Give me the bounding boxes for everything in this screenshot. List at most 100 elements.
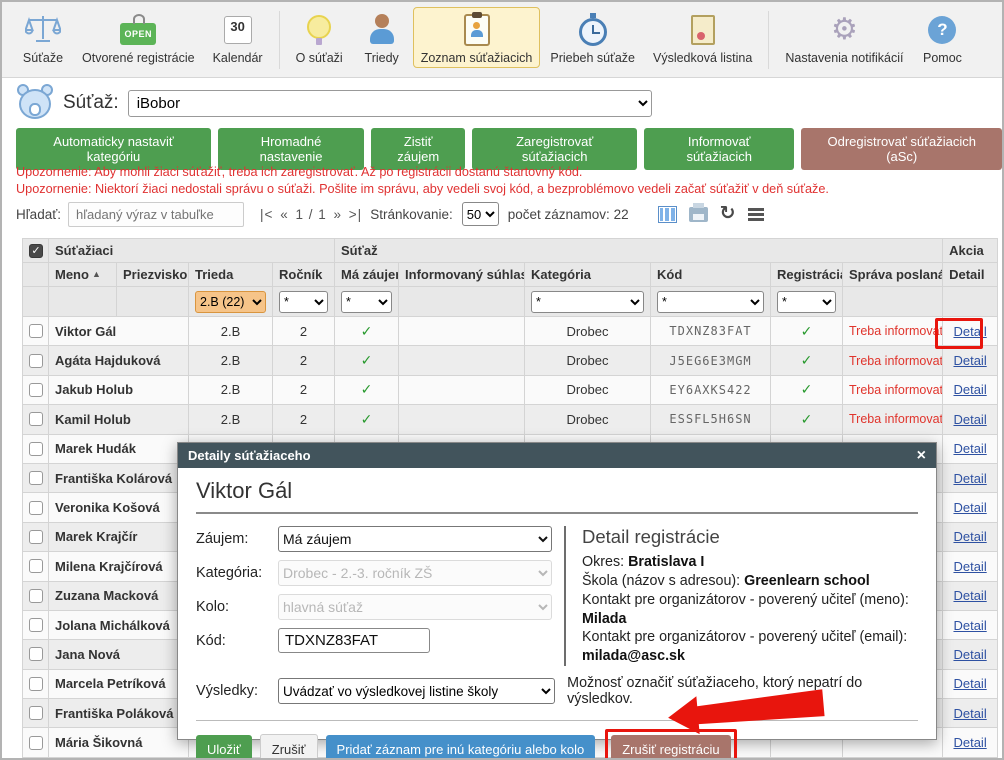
detail-link[interactable]: Detail xyxy=(953,412,986,427)
filter-select-registracia[interactable]: * xyxy=(777,291,836,313)
column-header-6[interactable]: Informovaný súhlas xyxy=(399,263,525,287)
toolbar-item-sutaze[interactable]: Súťaže xyxy=(14,7,72,68)
column-header-4[interactable]: Ročník xyxy=(273,263,335,287)
select-all-checkbox[interactable]: ✓ xyxy=(29,244,43,258)
toolbar-item-label: Súťaže xyxy=(23,51,63,65)
page-prev-button[interactable]: « xyxy=(279,207,290,222)
detail-link[interactable]: Detail xyxy=(953,735,986,750)
cell: ✓ xyxy=(771,346,843,375)
row-checkbox[interactable] xyxy=(29,559,43,573)
page-next-button[interactable]: » xyxy=(333,207,344,222)
column-header-7[interactable]: Kategória xyxy=(525,263,651,287)
filter-cell: * xyxy=(525,287,651,317)
filter-cell: * xyxy=(771,287,843,317)
row-checkbox[interactable] xyxy=(29,471,43,485)
filter-select-kod[interactable]: * xyxy=(657,291,764,313)
list-icon[interactable] xyxy=(748,208,764,221)
column-header-1[interactable]: Meno▲ xyxy=(49,263,117,287)
filter-select-ma-zaujem[interactable]: * xyxy=(341,291,392,313)
cell: 2.B xyxy=(189,346,273,375)
group-header-akcia: Akcia xyxy=(943,239,998,263)
close-icon[interactable]: × xyxy=(917,448,926,464)
column-header-2[interactable]: Priezvisko▲ xyxy=(117,263,189,287)
zaujem-select[interactable]: Má záujem xyxy=(278,526,552,552)
modal-button-2[interactable]: Zrušiť xyxy=(260,734,318,760)
row-checkbox-cell xyxy=(23,493,49,522)
page-last-button[interactable]: >| xyxy=(348,207,363,222)
refresh-icon[interactable]: ↻ xyxy=(720,206,736,222)
toolbar-item-pomoc[interactable]: ?Pomoc xyxy=(913,7,971,68)
cell: Treba informovať! xyxy=(843,317,943,346)
row-checkbox[interactable] xyxy=(29,442,43,456)
row-checkbox[interactable] xyxy=(29,412,43,426)
column-header-10[interactable]: Správa poslaná xyxy=(843,263,943,287)
detail-cell: Detail xyxy=(943,610,998,639)
row-checkbox-cell xyxy=(23,552,49,581)
detail-link[interactable]: Detail xyxy=(953,588,986,603)
toolbar-item-otvorene-registracie[interactable]: OPENOtvorené registrácie xyxy=(74,7,203,68)
detail-link[interactable]: Detail xyxy=(953,647,986,662)
filter-cell: * xyxy=(273,287,335,317)
row-checkbox[interactable] xyxy=(29,736,43,750)
row-checkbox[interactable] xyxy=(29,677,43,691)
action-button-5[interactable]: Informovať súťažiacich xyxy=(644,128,795,170)
toolbar-item-zoznam-sutaziacich[interactable]: Zoznam súťažiacich xyxy=(413,7,541,68)
detail-link[interactable]: Detail xyxy=(953,382,986,397)
toolbar-item-nastavenia-notifikacii[interactable]: ⚙Nastavenia notifikácií xyxy=(777,7,911,68)
detail-link[interactable]: Detail xyxy=(953,559,986,574)
column-header-11[interactable]: Detail xyxy=(943,263,998,287)
columns-icon[interactable] xyxy=(658,206,677,223)
row-checkbox[interactable] xyxy=(29,647,43,661)
toolbar-item-priebeh-sutaze[interactable]: Priebeh súťaže xyxy=(542,7,643,68)
toolbar-item-triedy[interactable]: Triedy xyxy=(353,7,411,68)
detail-link[interactable]: Detail xyxy=(953,324,986,339)
detail-link[interactable]: Detail xyxy=(953,676,986,691)
column-header-9[interactable]: Registrácia xyxy=(771,263,843,287)
detail-link[interactable]: Detail xyxy=(953,471,986,486)
toolbar-item-vysledkova-listina[interactable]: Výsledková listina xyxy=(645,7,760,68)
group-header-sutaz: Súťaž xyxy=(335,239,943,263)
zaujem-label: Záujem: xyxy=(196,531,278,547)
row-checkbox[interactable] xyxy=(29,324,43,338)
toolbar-item-o-sutazi[interactable]: O súťaži xyxy=(288,7,351,68)
modal-button-4[interactable]: Zrušiť registráciu xyxy=(611,735,730,760)
vysledky-select[interactable]: Uvádzať vo výsledkovej listine školy xyxy=(278,678,555,704)
filter-select-kategoria[interactable]: * xyxy=(531,291,644,313)
cell xyxy=(399,405,525,434)
student-name-cell: Mária Šikovná xyxy=(49,728,189,757)
page-first-button[interactable]: |< xyxy=(259,207,274,222)
detail-link[interactable]: Detail xyxy=(953,441,986,456)
search-input[interactable] xyxy=(68,202,244,227)
column-header-5[interactable]: Má záujem xyxy=(335,263,399,287)
row-checkbox[interactable] xyxy=(29,530,43,544)
cell: 2 xyxy=(273,317,335,346)
student-name-cell: Zuzana Macková xyxy=(49,581,189,610)
page-size-select[interactable]: 50 xyxy=(462,202,499,226)
row-checkbox[interactable] xyxy=(29,706,43,720)
action-button-6[interactable]: Odregistrovať súťažiacich (aSc) xyxy=(801,128,1002,170)
scales-icon xyxy=(25,13,61,47)
filter-select-trieda[interactable]: 2.B (22) xyxy=(195,291,266,313)
detail-link[interactable]: Detail xyxy=(953,706,986,721)
row-checkbox[interactable] xyxy=(29,383,43,397)
kolo-label: Kolo: xyxy=(196,599,278,615)
column-header-8[interactable]: Kód xyxy=(651,263,771,287)
kod-input[interactable] xyxy=(278,628,430,653)
filter-select-rocnik[interactable]: * xyxy=(279,291,328,313)
row-checkbox[interactable] xyxy=(29,501,43,515)
modal-button-3[interactable]: Pridať záznam pre inú kategóriu alebo ko… xyxy=(326,735,596,760)
modal-button-1[interactable]: Uložiť xyxy=(196,735,252,760)
row-checkbox[interactable] xyxy=(29,354,43,368)
toolbar-item-kalendar[interactable]: 30Kalendár xyxy=(205,7,271,68)
cell: Treba informovať! xyxy=(843,405,943,434)
table-row: Viktor Gál2.B2✓DrobecTDXNZ83FAT✓Treba in… xyxy=(23,317,998,346)
column-header-3[interactable]: Trieda xyxy=(189,263,273,287)
detail-link[interactable]: Detail xyxy=(953,500,986,515)
printer-icon[interactable] xyxy=(689,207,708,222)
detail-link[interactable]: Detail xyxy=(953,618,986,633)
row-checkbox[interactable] xyxy=(29,589,43,603)
detail-link[interactable]: Detail xyxy=(953,529,986,544)
row-checkbox[interactable] xyxy=(29,618,43,632)
detail-link[interactable]: Detail xyxy=(953,353,986,368)
competition-select[interactable]: iBobor xyxy=(128,90,652,117)
